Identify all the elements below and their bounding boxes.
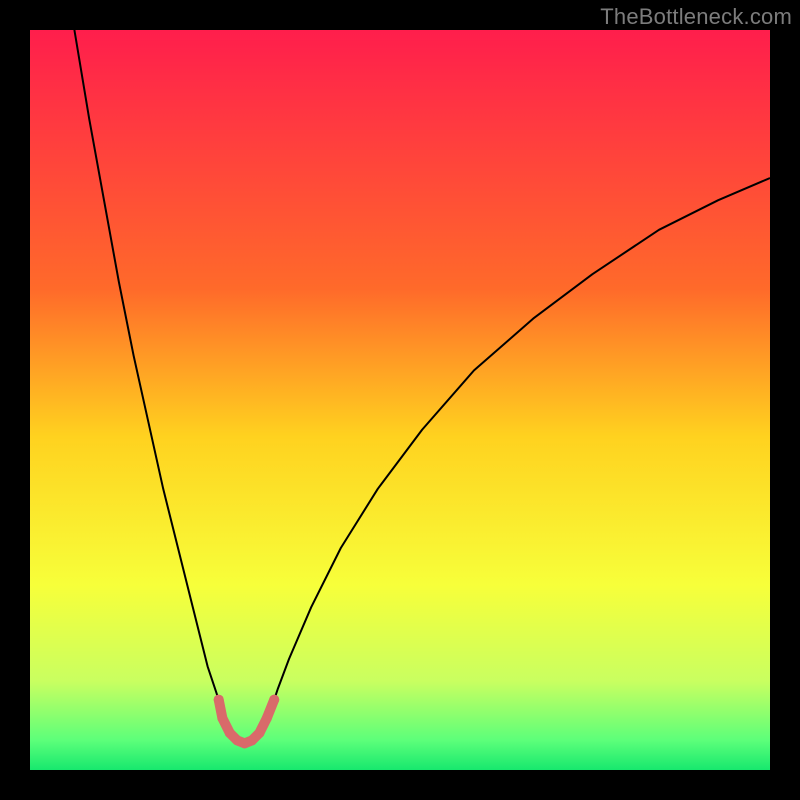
attribution-label: TheBottleneck.com: [600, 4, 792, 30]
series-valley-highlight-dot: [217, 713, 227, 723]
series-valley-highlight-dot: [269, 695, 279, 705]
series-valley-highlight-dot: [254, 728, 264, 738]
series-valley-highlight-dot: [225, 728, 235, 738]
series-valley-highlight-dot: [247, 735, 257, 745]
chart-frame: TheBottleneck.com: [0, 0, 800, 800]
series-valley-highlight-dot: [214, 695, 224, 705]
plot-area: [30, 30, 770, 770]
plot-svg: [30, 30, 770, 770]
series-valley-highlight-dot: [262, 713, 272, 723]
gradient-background: [30, 30, 770, 770]
